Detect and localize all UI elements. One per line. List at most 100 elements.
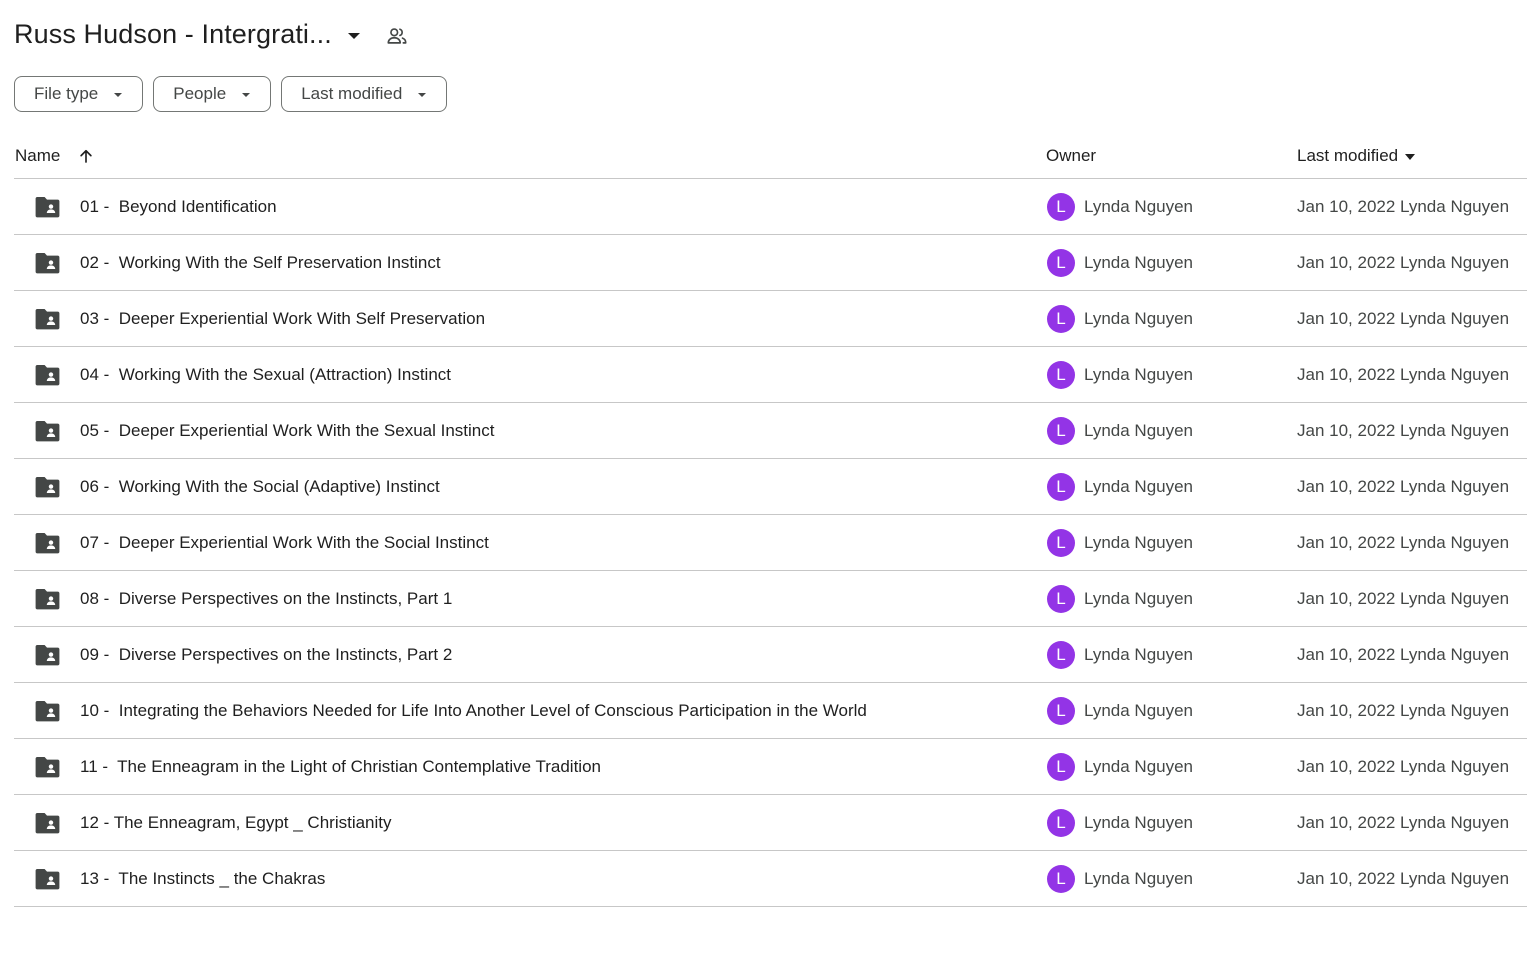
file-name[interactable]: 06 - Working With the Social (Adaptive) …: [80, 477, 440, 497]
file-name[interactable]: 05 - Deeper Experiential Work With the S…: [80, 421, 494, 441]
file-name[interactable]: 03 - Deeper Experiential Work With Self …: [80, 309, 485, 329]
file-list: Name Owner Last modified 01 - Beyond Ide…: [14, 130, 1527, 907]
owner-name: Lynda Nguyen: [1084, 589, 1194, 608]
table-row[interactable]: 03 - Deeper Experiential Work With Self …: [14, 291, 1527, 347]
owner-name: Lynda Nguyen: [1084, 813, 1194, 832]
people-filter-label: People: [173, 84, 227, 103]
shared-folder-icon: [35, 420, 60, 442]
owner-name: Lynda Nguyen: [1084, 477, 1194, 496]
table-row[interactable]: 04 - Working With the Sexual (Attraction…: [14, 347, 1527, 403]
avatar: L: [1047, 753, 1075, 781]
last-modified-value: Jan 10, 2022 Lynda Nguyen: [1297, 253, 1510, 272]
file-type-filter[interactable]: File type: [14, 76, 144, 112]
avatar: L: [1047, 193, 1075, 221]
folder-header: Russ Hudson - Intergrati...: [14, 14, 409, 54]
shared-folder-icon: [35, 588, 60, 610]
file-name[interactable]: 07 - Deeper Experiential Work With the S…: [80, 533, 489, 553]
file-name[interactable]: 04 - Working With the Sexual (Attraction…: [80, 365, 451, 385]
file-name[interactable]: 12 - The Enneagram, Egypt _ Christianity: [80, 813, 392, 833]
table-row[interactable]: 09 - Diverse Perspectives on the Instinc…: [14, 627, 1527, 683]
last-modified-value: Jan 10, 2022 Lynda Nguyen: [1297, 197, 1510, 216]
shared-folder-icon: [35, 196, 60, 218]
file-rows: 01 - Beyond Identification L Lynda Nguyen J…: [14, 179, 1527, 907]
shared-folder-icon: [35, 644, 60, 666]
avatar: L: [1047, 249, 1075, 277]
shared-folder-icon: [35, 756, 60, 778]
last-modified-value: Jan 10, 2022 Lynda Nguyen: [1297, 477, 1510, 496]
file-name[interactable]: 13 - The Instincts _ the Chakras: [80, 869, 325, 889]
avatar: L: [1047, 417, 1075, 445]
table-row[interactable]: 12 - The Enneagram, Egypt _ Christianity…: [14, 795, 1527, 851]
shared-folder-icon: [35, 812, 60, 834]
shared-folder-icon: [35, 252, 60, 274]
table-row[interactable]: 10 - Integrating the Behaviors Needed fo…: [14, 683, 1527, 739]
last-modified-value: Jan 10, 2022 Lynda Nguyen: [1297, 813, 1510, 832]
avatar: L: [1047, 361, 1075, 389]
owner-name: Lynda Nguyen: [1084, 421, 1194, 440]
last-modified-column-header[interactable]: Last modified: [1297, 146, 1416, 166]
owner-name: Lynda Nguyen: [1084, 309, 1194, 328]
last-modified-value: Jan 10, 2022 Lynda Nguyen: [1297, 421, 1510, 440]
arrow-drop-down-icon[interactable]: [347, 32, 360, 39]
owner-name: Lynda Nguyen: [1084, 253, 1194, 272]
name-column-label: Name: [15, 146, 61, 165]
arrow-drop-down-icon: [1405, 154, 1416, 160]
file-name[interactable]: 02 - Working With the Self Preservation …: [80, 253, 441, 273]
file-name[interactable]: 01 - Beyond Identification: [80, 197, 277, 217]
last-modified-filter[interactable]: Last modified: [281, 76, 448, 112]
table-row[interactable]: 13 - The Instincts _ the Chakras L Lynda N…: [14, 851, 1527, 907]
table-row[interactable]: 05 - Deeper Experiential Work With the S…: [14, 403, 1527, 459]
folder-title[interactable]: Russ Hudson - Intergrati...: [14, 19, 332, 50]
avatar: L: [1047, 809, 1075, 837]
shared-folder-icon: [35, 868, 60, 890]
table-row[interactable]: 02 - Working With the Self Preservation …: [14, 235, 1527, 291]
avatar: L: [1047, 305, 1075, 333]
people-filter[interactable]: People: [153, 76, 272, 112]
arrow-drop-down-icon: [242, 93, 251, 97]
file-name[interactable]: 10 - Integrating the Behaviors Needed fo…: [80, 701, 867, 721]
table-row[interactable]: 08 - Diverse Perspectives on the Instinc…: [14, 571, 1527, 627]
file-name[interactable]: 08 - Diverse Perspectives on the Instinc…: [80, 589, 452, 609]
last-modified-column-label: Last modified: [1297, 146, 1399, 165]
last-modified-value: Jan 10, 2022 Lynda Nguyen: [1297, 589, 1510, 608]
shared-folder-icon: [35, 364, 60, 386]
file-type-filter-label: File type: [34, 84, 99, 103]
arrow-upward-icon[interactable]: [77, 147, 95, 165]
last-modified-value: Jan 10, 2022 Lynda Nguyen: [1297, 365, 1510, 384]
owner-name: Lynda Nguyen: [1084, 197, 1194, 216]
name-column-header[interactable]: Name: [15, 146, 95, 166]
avatar: L: [1047, 585, 1075, 613]
owner-name: Lynda Nguyen: [1084, 645, 1194, 664]
filter-chips: File type People Last modified: [14, 76, 448, 112]
table-row[interactable]: 07 - Deeper Experiential Work With the S…: [14, 515, 1527, 571]
last-modified-value: Jan 10, 2022 Lynda Nguyen: [1297, 309, 1510, 328]
shared-folder-icon: [35, 308, 60, 330]
avatar: L: [1047, 529, 1075, 557]
last-modified-value: Jan 10, 2022 Lynda Nguyen: [1297, 533, 1510, 552]
owner-name: Lynda Nguyen: [1084, 869, 1194, 888]
last-modified-value: Jan 10, 2022 Lynda Nguyen: [1297, 869, 1510, 888]
avatar: L: [1047, 641, 1075, 669]
people-shared-icon[interactable]: [385, 24, 409, 48]
arrow-drop-down-icon: [418, 93, 427, 97]
table-row[interactable]: 11 - The Enneagram in the Light of Chris…: [14, 739, 1527, 795]
last-modified-filter-label: Last modified: [301, 84, 403, 103]
shared-folder-icon: [35, 532, 60, 554]
last-modified-value: Jan 10, 2022 Lynda Nguyen: [1297, 701, 1510, 720]
last-modified-value: Jan 10, 2022 Lynda Nguyen: [1297, 757, 1510, 776]
file-name[interactable]: 11 - The Enneagram in the Light of Chris…: [80, 757, 601, 777]
table-row[interactable]: 01 - Beyond Identification L Lynda Nguyen J…: [14, 179, 1527, 235]
avatar: L: [1047, 697, 1075, 725]
avatar: L: [1047, 473, 1075, 501]
avatar: L: [1047, 865, 1075, 893]
file-list-header: Name Owner Last modified: [14, 130, 1527, 179]
owner-column-header[interactable]: Owner: [1046, 146, 1096, 166]
shared-folder-icon: [35, 700, 60, 722]
file-name[interactable]: 09 - Diverse Perspectives on the Instinc…: [80, 645, 452, 665]
last-modified-value: Jan 10, 2022 Lynda Nguyen: [1297, 645, 1510, 664]
shared-folder-icon: [35, 476, 60, 498]
owner-name: Lynda Nguyen: [1084, 701, 1194, 720]
arrow-drop-down-icon: [114, 93, 123, 97]
table-row[interactable]: 06 - Working With the Social (Adaptive) …: [14, 459, 1527, 515]
owner-name: Lynda Nguyen: [1084, 365, 1194, 384]
